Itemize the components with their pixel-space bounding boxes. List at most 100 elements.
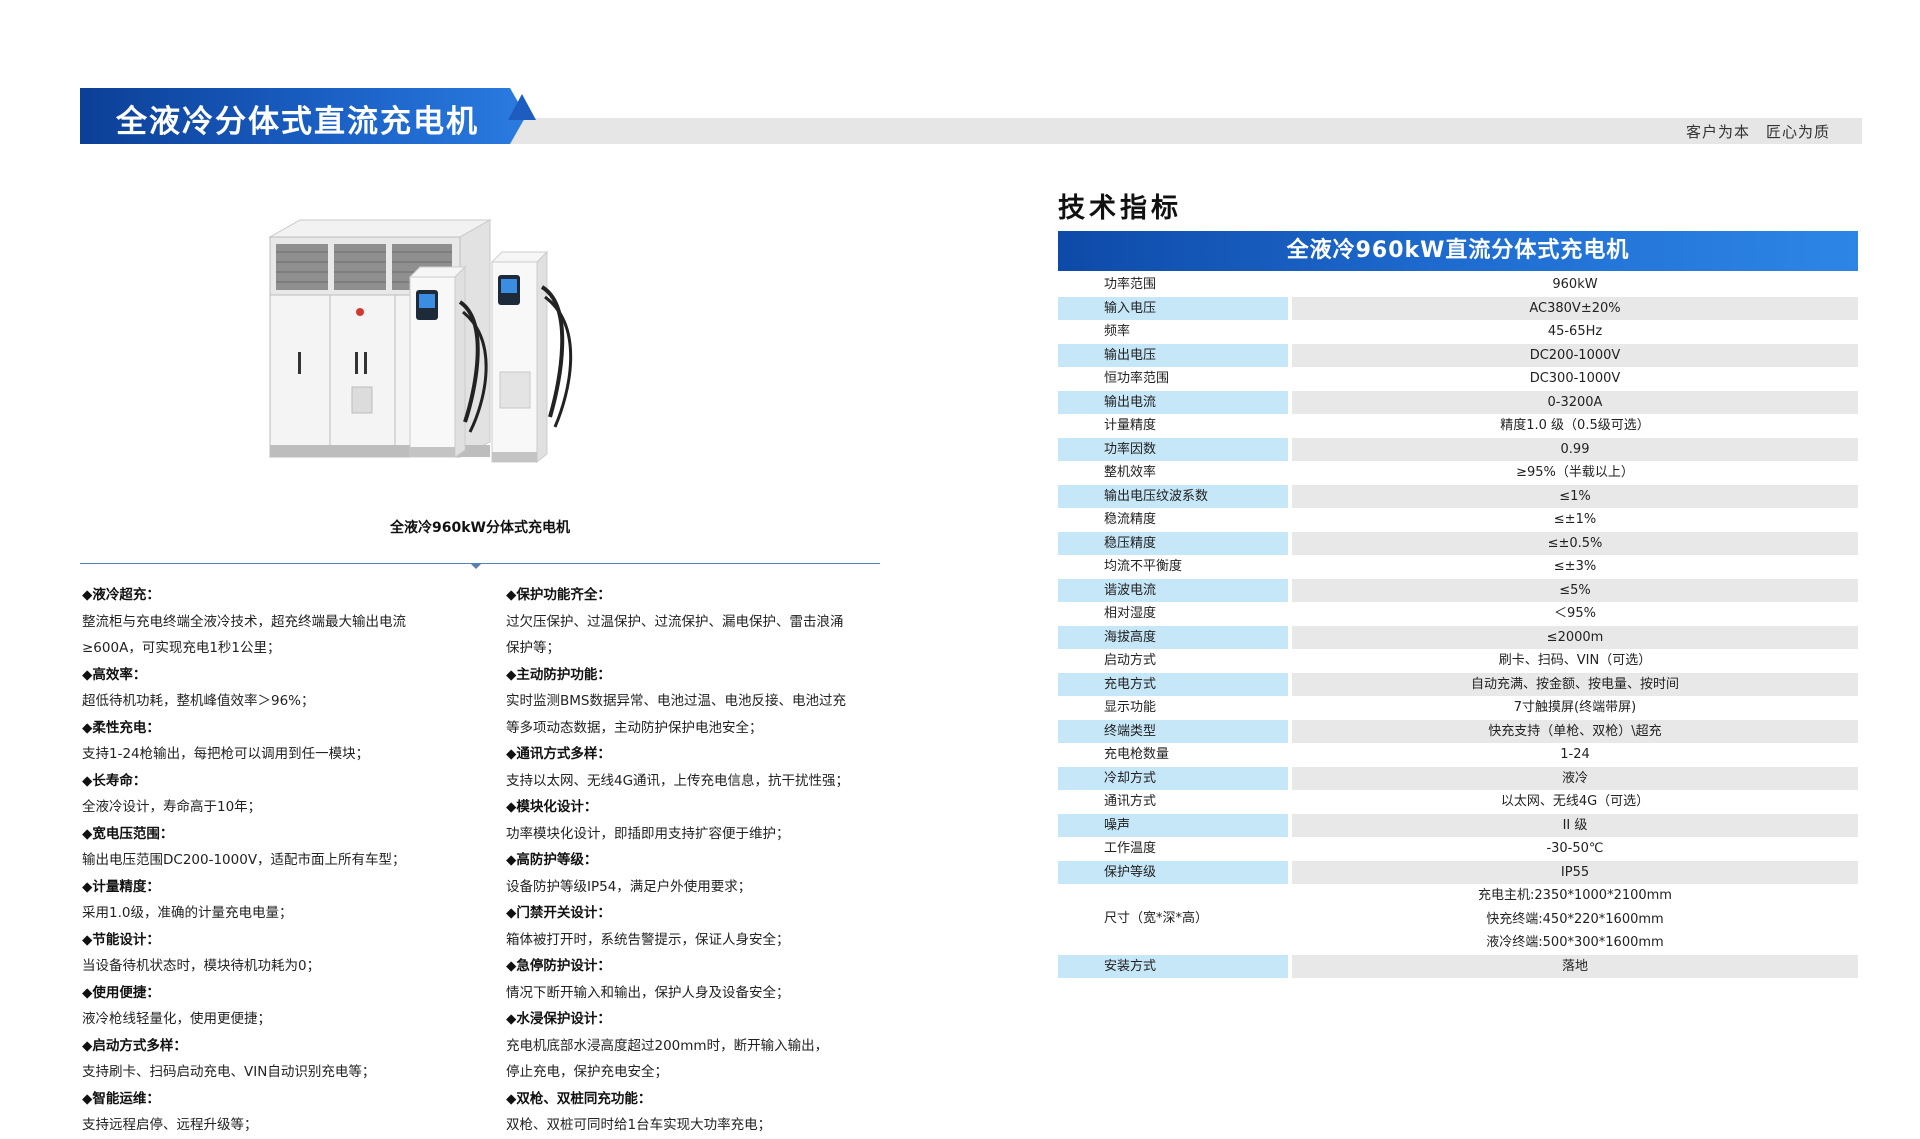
spec-table-title: 全液冷960kW直流分体式充电机 [1286, 238, 1630, 263]
spec-row: 冷却方式 液冷 [1058, 766, 1858, 790]
spec-value: 45-65Hz [1547, 324, 1603, 339]
spec-row: 输出电压纹波系数 ≤1% [1058, 484, 1858, 508]
spec-value: ≥95%（半载以上） [1516, 465, 1634, 480]
spec-row: 计量精度 精度1.0 级（0.5级可选） [1058, 414, 1858, 438]
spec-value: 落地 [1292, 954, 1858, 978]
spec-value: DC200-1000V [1292, 343, 1858, 367]
spec-heading: 技术指标 [1058, 193, 1182, 224]
spec-label: 输出电流 [1058, 390, 1288, 414]
spec-value: 7寸触摸屏(终端带屏) [1513, 700, 1637, 715]
spec-value: 精度1.0 级（0.5级可选） [1500, 418, 1650, 433]
spec-value-line: 快充终端:450*220*1600mm [1486, 911, 1664, 927]
product-caption: 全液冷960kW分体式充电机 [390, 520, 570, 536]
spec-value: 快充支持（单枪、双枪）\超充 [1292, 719, 1858, 743]
feature-description: 箱体被打开时，系统告警提示，保证人身安全； [506, 931, 790, 948]
feature-description: 输出电压范围DC200-1000V，适配市面上所有车型； [82, 852, 406, 868]
divider-notch [470, 563, 482, 569]
spec-row: 噪声 II 级 [1058, 813, 1858, 837]
feature-description: 等多项动态数据，主动防护保护电池安全； [506, 719, 763, 736]
spec-row: 相对湿度 ＜95% [1058, 602, 1858, 626]
spec-row: 工作温度 -30-50℃ [1058, 837, 1858, 861]
feature-heading: ◆急停防护设计： [506, 958, 611, 974]
spec-row: 频率 45-65Hz [1058, 320, 1858, 344]
page-title-banner: 全液冷分体式直流充电机 [80, 88, 526, 144]
feature-description: 支持1-24枪输出，每把枪可以调用到任一模块； [82, 746, 370, 762]
feature-description: 液冷枪线轻量化，使用更便捷； [82, 1011, 271, 1027]
spec-label: 噪声 [1058, 813, 1288, 837]
spec-label: 冷却方式 [1058, 766, 1288, 790]
spec-label: 功率范围 [1104, 277, 1157, 292]
spec-value-line: 充电主机:2350*1000*2100mm [1478, 888, 1672, 903]
spec-label: 充电方式 [1058, 672, 1288, 696]
feature-heading: ◆使用便捷： [82, 984, 160, 1001]
feature-heading: ◆模块化设计： [506, 799, 598, 815]
spec-value: -30-50℃ [1546, 841, 1604, 856]
spec-label: 安装方式 [1058, 954, 1288, 978]
feature-description: 充电机底部水浸高度超过200mm时，断开输入输出， [506, 1037, 829, 1054]
feature-description: 实时监测BMS数据异常、电池过温、电池反接、电池过充 [506, 693, 846, 709]
feature-heading: ◆智能运维： [82, 1090, 160, 1107]
spec-value: DC300-1000V [1529, 371, 1621, 386]
spec-row: 尺寸（宽*深*高） 充电主机:2350*1000*2100mm 快充终端:450*2… [1058, 884, 1858, 955]
spec-row: 输出电压 DC200-1000V [1058, 343, 1858, 367]
spec-row: 充电枪数量 1-24 [1058, 743, 1858, 767]
spec-row: 启动方式 刷卡、扫码、VIN（可选） [1058, 649, 1858, 673]
spec-row: 功率因数 0.99 [1058, 437, 1858, 461]
feature-description: 功率模块化设计，即插即用支持扩容便于维护； [506, 825, 790, 842]
spec-row: 输入电压 AC380V±20% [1058, 296, 1858, 320]
spec-value: ＜95% [1554, 606, 1596, 621]
feature-heading: ◆柔性充电： [82, 719, 160, 736]
spec-row: 显示功能 7寸触摸屏(终端带屏) [1058, 696, 1858, 720]
feature-description: 支持刷卡、扫码启动充电、VIN自动识别充电等； [82, 1064, 376, 1080]
spec-label: 谐波电流 [1058, 578, 1288, 602]
spec-row: 安装方式 落地 [1058, 954, 1858, 978]
feature-heading: ◆通讯方式多样： [506, 746, 611, 762]
spec-value: ≤±3% [1553, 559, 1597, 574]
spec-value: 以太网、无线4G（可选） [1500, 794, 1650, 809]
feature-description: 全液冷设计，寿命高于10年； [82, 799, 262, 815]
spec-value: 0.99 [1292, 437, 1858, 461]
spec-value: 960kW [1552, 277, 1598, 292]
spec-label: 均流不平衡度 [1104, 559, 1183, 574]
spec-value: ≤±1% [1553, 512, 1597, 527]
spec-label: 输出电压 [1058, 343, 1288, 367]
spec-label: 充电枪数量 [1104, 747, 1170, 762]
product-image [268, 219, 573, 464]
spec-row: 保护等级 IP55 [1058, 860, 1858, 884]
page-title: 全液冷分体式直流充电机 [116, 104, 479, 140]
spec-row: 整机效率 ≥95%（半载以上） [1058, 461, 1858, 485]
feature-heading: ◆液冷超充： [82, 587, 160, 603]
banner-accent [508, 94, 536, 120]
features-right-column: ◆保护功能齐全： 过欠压保护、过温保护、过流保护、漏电保护、雷击浪涌 保护等； ◆主动… [506, 582, 906, 1139]
spec-label: 启动方式 [1104, 653, 1157, 668]
feature-description: 采用1.0级，准确的计量充电电量； [82, 905, 293, 921]
spec-row: 均流不平衡度 ≤±3% [1058, 555, 1858, 579]
spec-label: 终端类型 [1058, 719, 1288, 743]
spec-label: 功率因数 [1058, 437, 1288, 461]
spec-value: ≤1% [1292, 484, 1858, 508]
spec-row: 功率范围 960kW [1058, 273, 1858, 297]
spec-value: 1-24 [1560, 747, 1590, 762]
feature-description: 支持以太网、无线4G通讯，上传充电信息，抗干扰性强； [506, 772, 850, 789]
spec-value: 刷卡、扫码、VIN（可选） [1498, 653, 1652, 668]
slogan: 客户为本 匠心为质 [1685, 123, 1830, 141]
feature-heading: ◆启动方式多样： [82, 1037, 187, 1054]
spec-label: 相对湿度 [1104, 606, 1157, 621]
spec-row: 稳流精度 ≤±1% [1058, 508, 1858, 532]
feature-heading: ◆双枪、双桩同充功能： [506, 1090, 652, 1107]
feature-description: 保护等； [506, 640, 560, 656]
feature-description: 设备防护等级IP54，满足户外使用要求； [506, 878, 752, 895]
spec-row: 恒功率范围 DC300-1000V [1058, 367, 1858, 391]
feature-description: 整流柜与充电终端全液冷技术，超充终端最大输出电流 [82, 613, 406, 630]
spec-row: 谐波电流 ≤5% [1058, 578, 1858, 602]
spec-label: 输出电压纹波系数 [1058, 484, 1288, 508]
spec-label: 频率 [1104, 324, 1131, 339]
feature-heading: ◆门禁开关设计： [506, 905, 611, 921]
spec-label: 显示功能 [1104, 700, 1157, 715]
spec-label: 计量精度 [1104, 418, 1157, 433]
feature-description: 过欠压保护、过温保护、过流保护、漏电保护、雷击浪涌 [506, 613, 844, 630]
spec-label: 海拔高度 [1058, 625, 1288, 649]
spec-row: 充电方式 自动充满、按金额、按电量、按时间 [1058, 672, 1858, 696]
spec-value: II 级 [1292, 813, 1858, 837]
spec-value-line: 液冷终端:500*300*1600mm [1486, 935, 1664, 950]
